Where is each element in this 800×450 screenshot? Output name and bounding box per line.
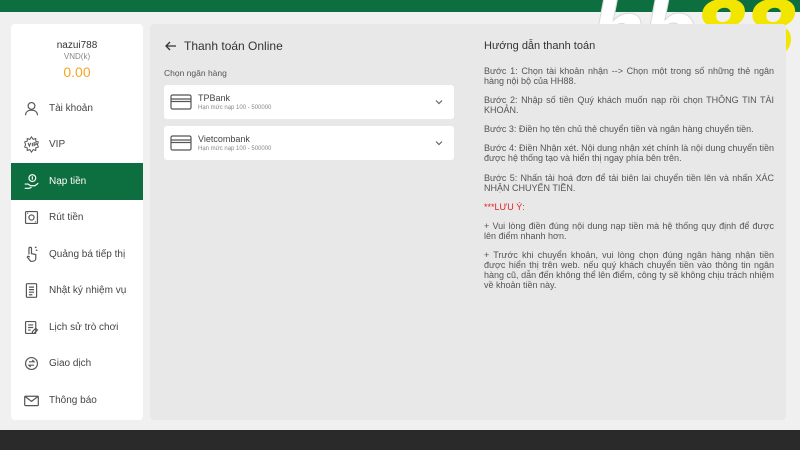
sidebar-item-game-history[interactable]: Lịch sử trò chơi: [11, 309, 143, 346]
mail-icon: [21, 390, 41, 410]
game-history-icon: [21, 317, 41, 337]
sidebar-item-transaction[interactable]: Giao dịch: [11, 346, 143, 383]
sidebar-item-label: VIP: [49, 139, 66, 151]
user-info: nazui788 VND(k) 0.00: [11, 24, 143, 90]
guide-step: Bước 3: Điền họ tên chủ thẻ chuyển tiền …: [484, 124, 754, 135]
sidebar-item-label: Nhật ký nhiệm vụ: [49, 285, 127, 297]
guide-title: Hướng dẫn thanh toán: [484, 40, 596, 52]
panel-header: Thanh toán Online: [164, 38, 454, 54]
bank-card-icon: [170, 135, 192, 151]
sidebar-item-task-log[interactable]: Nhật ký nhiệm vụ: [11, 273, 143, 310]
bank-name: Vietcombank: [198, 134, 250, 144]
chevron-down-icon: [435, 141, 443, 146]
sidebar-item-label: Tài khoản: [49, 102, 93, 114]
guide-note: + Vui lòng điền đúng nội dung nạp tiền m…: [484, 220, 774, 241]
guide-step: Bước 5: Nhấn tải hoá đơn để tải biên lai…: [484, 172, 774, 193]
sidebar-item-label: Nạp tiền: [49, 175, 87, 187]
bank-limit: Hạn mức nạp 100 - 500000: [198, 146, 272, 152]
note-label: ***LƯU Ý:: [484, 201, 525, 212]
vip-badge-icon: [21, 135, 41, 155]
guide-step: Bước 2: Nhập số tiền Quý khách muốn nạp …: [484, 95, 774, 116]
deposit-icon: [21, 171, 41, 191]
currency-label: VND(k): [63, 52, 91, 61]
back-arrow-icon[interactable]: [164, 39, 178, 53]
select-bank-label: Chọn ngân hàng: [164, 68, 227, 78]
chevron-down-icon: [435, 100, 443, 105]
guide-note: + Trước khi chuyển khoản, vui lòng chọn …: [484, 249, 774, 291]
sidebar-item-label: Quảng bá tiếp thị: [49, 248, 126, 260]
sidebar-item-vip[interactable]: VIP: [11, 127, 143, 164]
guide-step: Bước 1: Chọn tài khoản nhận --> Chọn một…: [484, 66, 774, 87]
sidebar-item-label: Giao dịch: [49, 358, 92, 370]
account-sidebar: nazui788 VND(k) 0.00 Tài khoản VIP Nạp t…: [11, 24, 143, 420]
sidebar-item-account[interactable]: Tài khoản: [11, 90, 143, 127]
sidebar-item-label: Rút tiền: [49, 212, 84, 224]
payment-guide-section: Hướng dẫn thanh toán Bước 1: Chọn tài kh…: [484, 38, 774, 299]
sidebar-item-notifications[interactable]: Thông báo: [11, 382, 143, 419]
sidebar-item-label: Lịch sử trò chơi: [49, 321, 119, 333]
online-payment-section: Thanh toán Online Chọn ngân hàng TPBank …: [164, 38, 454, 160]
balance-value: 0.00: [63, 64, 91, 80]
sidebar-item-withdraw[interactable]: Rút tiền: [11, 200, 143, 237]
user-icon: [21, 98, 41, 118]
withdraw-icon: [21, 208, 41, 228]
task-log-icon: [21, 281, 41, 301]
sidebar-item-promotion[interactable]: Quảng bá tiếp thị: [11, 236, 143, 273]
transaction-icon: [21, 354, 41, 374]
username: nazui788: [56, 40, 98, 51]
sidebar-item-label: Thông báo: [49, 394, 97, 406]
bank-name: TPBank: [198, 93, 231, 103]
bank-option-vietcombank[interactable]: Vietcombank Hạn mức nạp 100 - 500000: [164, 126, 454, 160]
bank-card-icon: [170, 94, 192, 110]
guide-body: Bước 1: Chọn tài khoản nhận --> Chọn một…: [484, 66, 774, 290]
bottom-bar: [0, 430, 800, 450]
deposit-panel: Thanh toán Online Chọn ngân hàng TPBank …: [150, 24, 786, 420]
promotion-icon: [21, 244, 41, 264]
page-title: Thanh toán Online: [184, 39, 283, 53]
sidebar-item-deposit[interactable]: Nạp tiền: [11, 163, 143, 200]
guide-step: Bước 4: Điền Nhận xét. Nội dung nhận xét…: [484, 143, 774, 164]
bank-option-tpbank[interactable]: TPBank Hạn mức nạp 100 - 500000: [164, 85, 454, 119]
bank-limit: Hạn mức nạp 100 - 500000: [198, 105, 272, 111]
